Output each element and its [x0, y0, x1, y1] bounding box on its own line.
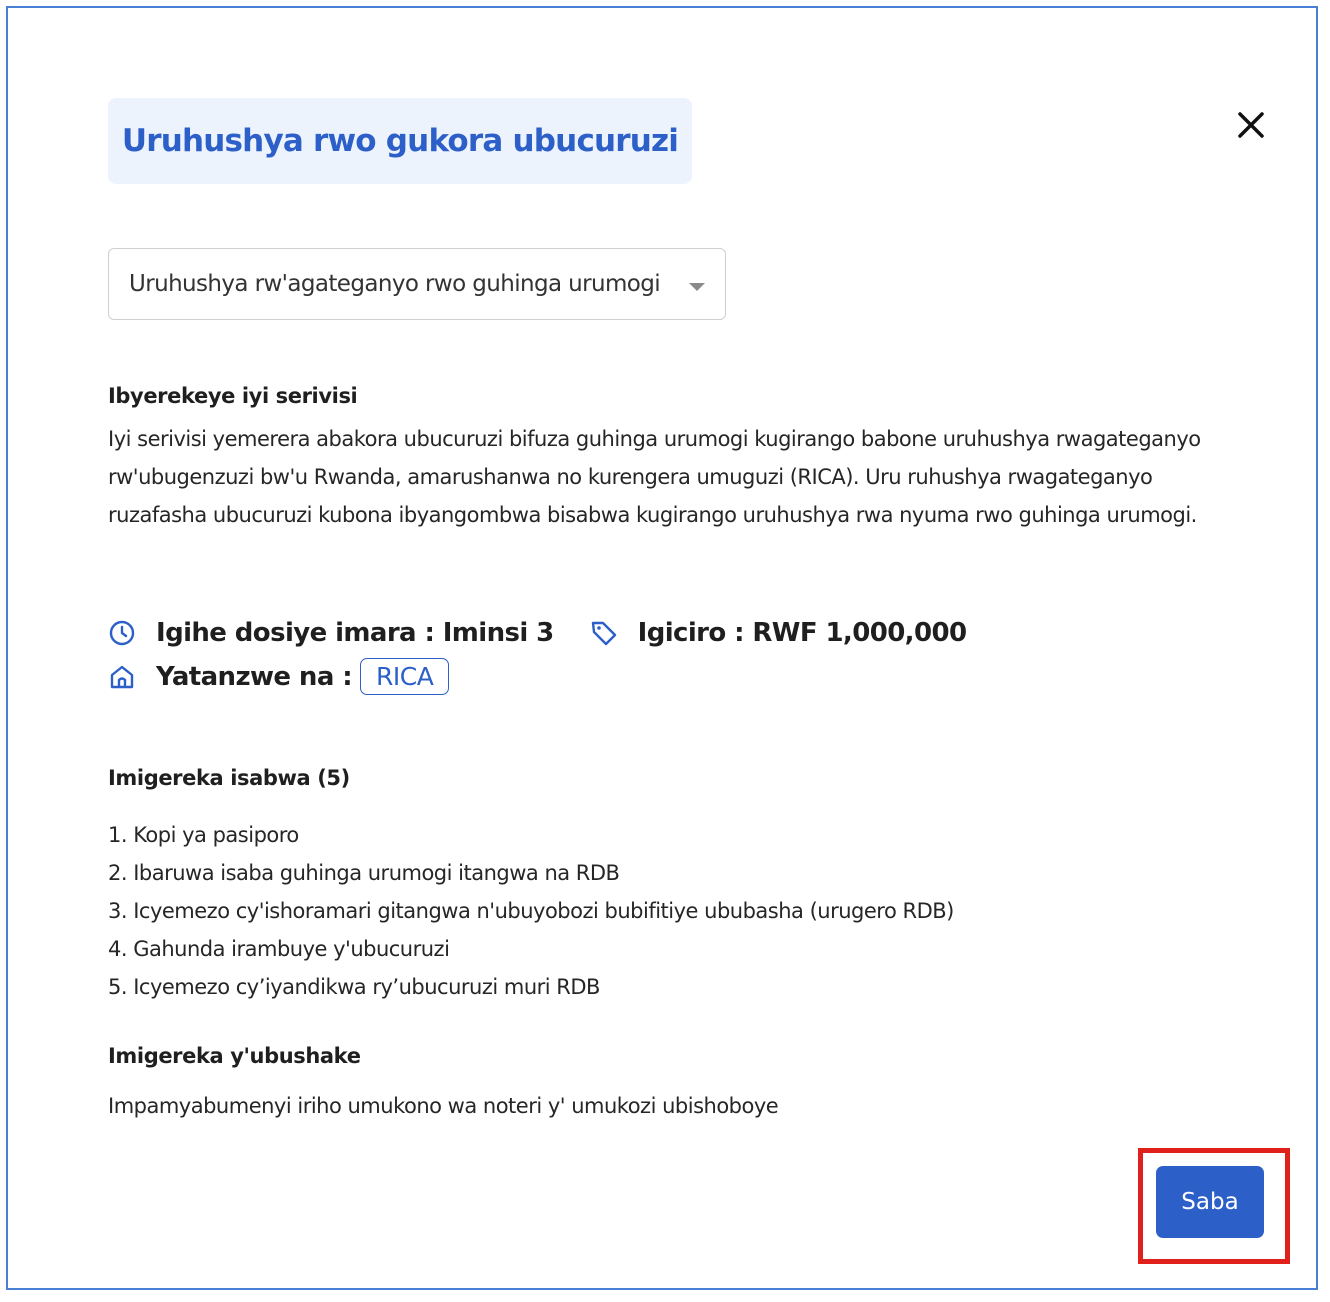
about-text: Iyi serivisi yemerera abakora ubucuruzi … [108, 427, 1201, 527]
requirement-item: 5. Icyemezo cy’iyandikwa ry’ubucuruzi mu… [108, 975, 600, 999]
close-icon [1238, 112, 1264, 138]
requirements-heading: Imigereka isabwa (5) [108, 766, 350, 790]
optional-text: Impamyabumenyi iriho umukono wa noteri y… [108, 1094, 779, 1118]
clock-icon [109, 620, 135, 646]
home-icon [110, 665, 134, 688]
service-select-value: Uruhushya rw'agateganyo rwo guhinga urum… [129, 271, 661, 297]
provider-label: Yatanzwe na : [156, 661, 353, 692]
service-select[interactable]: Uruhushya rw'agateganyo rwo guhinga urum… [108, 248, 726, 320]
caret-down-icon [689, 283, 705, 291]
optional-heading: Imigereka y'ubushake [108, 1044, 361, 1068]
tag-icon [591, 621, 616, 646]
requirement-item: 2. Ibaruwa isaba guhinga urumogi itangwa… [108, 861, 620, 885]
service-modal: Uruhushya rwo gukora ubucuruzi Uruhushya… [6, 6, 1318, 1290]
requirement-item: 1. Kopi ya pasiporo [108, 823, 299, 847]
modal-title: Uruhushya rwo gukora ubucuruzi [121, 123, 679, 159]
requirements-list: 1. Kopi ya pasiporo 2. Ibaruwa isaba guh… [108, 816, 954, 1006]
about-heading: Ibyerekeye iyi serivisi [108, 384, 358, 408]
duration-text: Igihe dosiye imara : Iminsi 3 [156, 618, 554, 648]
provider-badge[interactable]: RICA [360, 658, 450, 695]
price-text: Igiciro : RWF 1,000,000 [637, 618, 967, 648]
modal-title-box: Uruhushya rwo gukora ubucuruzi [108, 98, 692, 184]
requirement-item: 3. Icyemezo cy'ishoramari gitangwa n'ubu… [108, 899, 954, 923]
apply-button[interactable]: Saba [1156, 1166, 1264, 1238]
close-button[interactable] [1234, 108, 1268, 142]
meta-row-provider: Yatanzwe na : RICA [108, 658, 450, 695]
meta-row-duration-price: Igihe dosiye imara : Iminsi 3 Igiciro : … [108, 618, 967, 648]
requirement-item: 4. Gahunda irambuye y'ubucuruzi [108, 937, 450, 961]
